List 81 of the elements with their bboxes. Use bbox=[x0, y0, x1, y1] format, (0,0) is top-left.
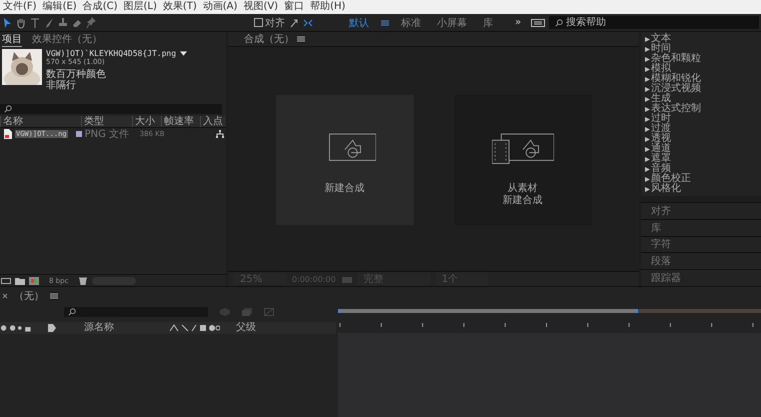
menu-item[interactable]: 文件(F) bbox=[2, 1, 38, 13]
column-header[interactable]: 源名称 bbox=[62, 322, 164, 334]
effect-category[interactable]: 透视 bbox=[645, 134, 761, 144]
effect-category[interactable]: 遮罩 bbox=[645, 154, 761, 164]
help-search-box[interactable]: 搜索帮助 bbox=[549, 16, 759, 29]
collapsed-panel[interactable]: 库 bbox=[641, 218, 761, 236]
effect-category[interactable]: 模糊和锐化 bbox=[645, 74, 761, 84]
effect-category[interactable]: 杂色和颗粒 bbox=[645, 54, 761, 64]
effect-category[interactable]: 颜色校正 bbox=[645, 174, 761, 184]
menu-icon[interactable] bbox=[297, 36, 305, 42]
column-header[interactable]: 类型 bbox=[81, 116, 132, 127]
brush-icon[interactable] bbox=[44, 16, 54, 28]
caret-icon[interactable] bbox=[180, 51, 188, 56]
help-search-field[interactable]: 搜索帮助 bbox=[566, 17, 656, 28]
effect-category[interactable]: 时间 bbox=[645, 44, 761, 54]
menu-item[interactable]: 编辑(E) bbox=[42, 1, 78, 13]
stamp-icon[interactable] bbox=[58, 16, 68, 28]
effect-category[interactable]: 生成 bbox=[645, 94, 761, 104]
effect-category[interactable]: 过时 bbox=[645, 114, 761, 124]
tag-icon bbox=[48, 324, 56, 332]
workspace-tab[interactable]: 默认 bbox=[345, 16, 373, 30]
effect-category[interactable]: 音频 bbox=[645, 164, 761, 174]
color-depth-text: 数百万种颜色 bbox=[46, 69, 107, 80]
collapsed-panel[interactable]: 对齐 bbox=[641, 202, 761, 219]
search-icon bbox=[68, 308, 76, 316]
effect-category[interactable]: 模拟 bbox=[645, 64, 761, 74]
column-header[interactable]: 帧速率 bbox=[161, 116, 200, 127]
hand-icon[interactable] bbox=[16, 16, 26, 28]
selection-tool-icon[interactable] bbox=[2, 16, 12, 28]
expand-icon[interactable] bbox=[289, 16, 299, 28]
composition-tab[interactable]: 合成（无） bbox=[244, 32, 294, 46]
menu-item[interactable]: 窗口 bbox=[283, 1, 306, 13]
menu-item[interactable]: 合成(C) bbox=[82, 1, 118, 13]
new-composition-card[interactable]: 从素材 新建合成 bbox=[454, 95, 592, 225]
project-search-field[interactable] bbox=[0, 104, 222, 114]
scrollbar[interactable] bbox=[92, 276, 136, 284]
menu-item[interactable]: 动画(A) bbox=[202, 1, 238, 13]
menu-icon[interactable] bbox=[381, 20, 389, 26]
collapsed-panel[interactable]: 字符 bbox=[641, 236, 761, 252]
menu-item[interactable]: 图层(L) bbox=[122, 1, 158, 13]
workspace-tab[interactable]: 库 bbox=[479, 16, 497, 30]
column-header[interactable]: 名称 bbox=[0, 116, 81, 127]
text-tool-icon[interactable] bbox=[30, 16, 40, 28]
panel-tab[interactable]: 效果控件（无） bbox=[32, 32, 102, 46]
layer-switches-icon bbox=[170, 324, 220, 332]
trash-icon[interactable] bbox=[78, 276, 88, 284]
menu-item[interactable]: 帮助(H) bbox=[309, 1, 346, 13]
keyboard-icon[interactable] bbox=[531, 18, 546, 26]
timeline-tab[interactable]: （无） bbox=[14, 289, 44, 303]
label-swatch bbox=[76, 130, 82, 136]
file-icon bbox=[4, 128, 12, 138]
footage-composition-icon bbox=[492, 131, 554, 165]
more-button[interactable]: » bbox=[505, 17, 528, 28]
column-header[interactable]: 大小 bbox=[132, 116, 161, 127]
layer-search-field[interactable] bbox=[64, 307, 208, 317]
effect-category[interactable]: 风格化 bbox=[645, 184, 761, 194]
effect-category[interactable]: 文本 bbox=[645, 34, 761, 44]
new-composition-card[interactable]: 新建合成 bbox=[276, 95, 414, 225]
menu-item[interactable]: 视图(V) bbox=[242, 1, 280, 13]
workspace-tab[interactable]: 小屏幕 bbox=[433, 16, 471, 30]
pin-icon[interactable] bbox=[86, 16, 96, 28]
close-icon[interactable] bbox=[2, 293, 8, 299]
snap-checkbox[interactable]: 对齐 bbox=[254, 16, 285, 30]
search-icon bbox=[4, 105, 12, 113]
composition-icon[interactable] bbox=[29, 276, 39, 284]
flowchart-icon[interactable] bbox=[216, 130, 224, 138]
collapsed-panel[interactable]: 段落 bbox=[641, 252, 761, 270]
column-header[interactable]: 父级 bbox=[226, 322, 256, 334]
effect-category[interactable]: 通道 bbox=[645, 144, 761, 154]
panel-tab[interactable]: 项目 bbox=[2, 32, 22, 46]
effect-category[interactable]: 过渡 bbox=[645, 124, 761, 134]
menu-item[interactable]: 效果(T) bbox=[162, 1, 198, 13]
effect-category[interactable]: 表达式控制 bbox=[645, 104, 761, 114]
file-name: VGW)]OT)`KLEYKHQ4D58{JT.png bbox=[46, 49, 176, 58]
effect-category[interactable]: 沉浸式视频 bbox=[645, 84, 761, 94]
search-icon bbox=[555, 18, 564, 26]
column-header[interactable]: 入点 bbox=[200, 116, 226, 127]
interlace-text: 非隔行 bbox=[46, 80, 77, 91]
file-type-cell-text: PNG 文件 bbox=[84, 128, 130, 140]
workspace-tab[interactable]: 标准 bbox=[397, 16, 425, 30]
menu-icon[interactable] bbox=[50, 293, 58, 299]
